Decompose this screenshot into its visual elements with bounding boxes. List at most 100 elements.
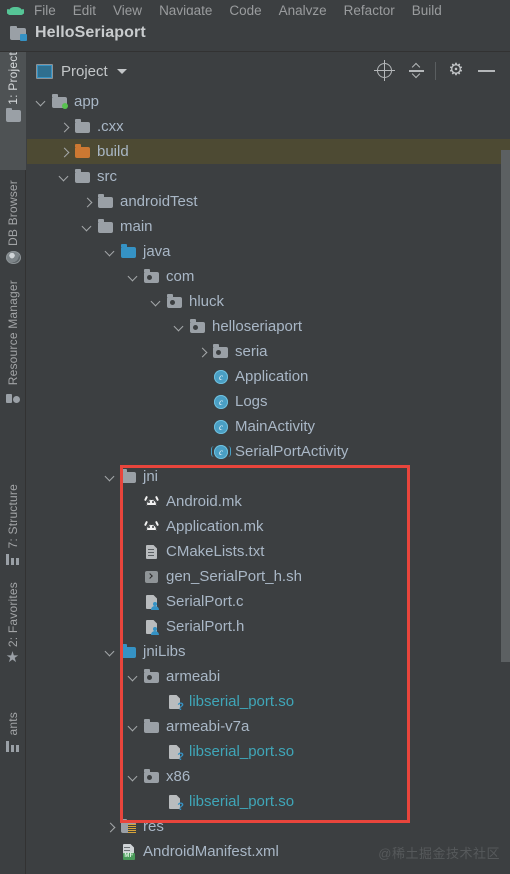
tree-node-label: gen_SerialPort_h.sh <box>166 567 302 585</box>
tree-node[interactable]: jniLibs <box>27 639 510 664</box>
tree-node-label: src <box>97 167 117 185</box>
tree-node[interactable]: com <box>27 264 510 289</box>
tree-node-label: Android.mk <box>166 492 242 510</box>
tree-node[interactable]: hluck <box>27 289 510 314</box>
res-folder-icon <box>120 819 137 835</box>
chevron-down-icon[interactable] <box>81 220 95 234</box>
chevron-down-icon[interactable] <box>104 645 118 659</box>
tree-node[interactable]: app <box>27 89 510 114</box>
tree-node[interactable]: c Application <box>27 364 510 389</box>
build-variants-icon <box>5 738 21 754</box>
vertical-scrollbar[interactable] <box>501 150 510 662</box>
chevron-down-icon[interactable] <box>150 295 164 309</box>
tree-node[interactable]: ? libserial_port.so <box>27 689 510 714</box>
chevron-down-icon[interactable] <box>104 245 118 259</box>
watermark-text: @稀土掘金技术社区 <box>378 846 500 861</box>
chevron-down-icon[interactable] <box>58 170 72 184</box>
tree-node[interactable]: CMakeLists.txt <box>27 539 510 564</box>
java-class-icon: c <box>212 369 229 385</box>
chevron-right-icon[interactable] <box>58 120 72 134</box>
tree-node[interactable]: Application.mk <box>27 514 510 539</box>
menu-item-analyze[interactable]: Analyze <box>279 4 327 15</box>
makefile-icon <box>143 494 160 510</box>
chevron-right-icon[interactable] <box>58 145 72 159</box>
left-tool-strip: 1: Project DB Browser Resource Manager 7: S… <box>0 52 26 874</box>
tree-node-label: armeabi <box>166 667 221 685</box>
project-icon <box>5 107 21 124</box>
menu-item-build[interactable]: Build <box>412 4 442 15</box>
folder-module-icon <box>51 94 68 110</box>
tree-no-arrow <box>127 595 141 609</box>
database-icon <box>5 249 21 265</box>
sidebar-tab-label: 1: Project <box>6 52 20 105</box>
tree-node[interactable]: c Logs <box>27 389 510 414</box>
tree-node[interactable]: SerialPort.c <box>27 589 510 614</box>
chevron-right-icon[interactable] <box>81 195 95 209</box>
tree-node[interactable]: ? libserial_port.so <box>27 789 510 814</box>
tree-node[interactable]: androidTest <box>27 189 510 214</box>
tree-node[interactable]: gen_SerialPort_h.sh <box>27 564 510 589</box>
tree-node[interactable]: ? libserial_port.so <box>27 739 510 764</box>
folder-grey-icon <box>97 219 114 235</box>
tree-node-label: Logs <box>235 392 268 410</box>
minimize-icon[interactable] <box>471 57 502 85</box>
menu-item-edit[interactable]: Edit <box>73 4 96 15</box>
tree-node[interactable]: java <box>27 239 510 264</box>
chevron-down-icon[interactable] <box>127 720 141 734</box>
java-abstract-class-icon: c <box>211 444 231 460</box>
chevron-down-icon[interactable] <box>173 320 187 334</box>
collapse-all-icon[interactable] <box>400 57 431 85</box>
menu-item-file[interactable]: File <box>34 4 56 15</box>
tree-node-label: x86 <box>166 767 191 785</box>
sidebar-tab-ants[interactable]: ants <box>0 712 26 782</box>
tree-node[interactable]: c MainActivity <box>27 414 510 439</box>
tree-node[interactable]: c SerialPortActivity <box>27 439 510 464</box>
page-title: HelloSeriaport <box>35 24 146 41</box>
sidebar-tab-2-favorites[interactable]: 2: Favorites ★ <box>0 582 26 688</box>
tree-node[interactable]: seria <box>27 339 510 364</box>
locate-icon[interactable] <box>369 57 400 85</box>
tree-node-label: build <box>97 142 129 160</box>
sidebar-tab-db-browser[interactable]: DB Browser <box>0 180 26 276</box>
tree-node[interactable]: helloseriaport <box>27 314 510 339</box>
gear-icon[interactable]: ⚙ <box>440 57 471 85</box>
menu-item-view[interactable]: View <box>113 4 142 15</box>
chevron-down-icon[interactable] <box>127 270 141 284</box>
sidebar-tab-label: ants <box>6 712 20 736</box>
tree-node-label: main <box>120 217 153 235</box>
tree-node[interactable]: Android.mk <box>27 489 510 514</box>
tree-node[interactable]: armeabi-v7a <box>27 714 510 739</box>
tree-node[interactable]: .cxx <box>27 114 510 139</box>
tree-node[interactable]: SerialPort.h <box>27 614 510 639</box>
chevron-right-icon[interactable] <box>196 345 210 359</box>
tree-node[interactable]: src <box>27 164 510 189</box>
sidebar-tab-resource-manager[interactable]: Resource Manager <box>0 280 26 448</box>
tree-node[interactable]: jni <box>27 464 510 489</box>
menu-item-code[interactable]: Code <box>229 4 261 15</box>
tree-node-label: SerialPort.c <box>166 592 244 610</box>
chevron-down-icon[interactable] <box>104 470 118 484</box>
tree-node[interactable]: res <box>27 814 510 839</box>
tree-node[interactable]: build <box>27 139 510 164</box>
project-view-combo[interactable]: Project <box>36 57 127 85</box>
tree-no-arrow <box>150 745 164 759</box>
chevron-down-icon[interactable] <box>127 770 141 784</box>
sidebar-tab-7-structure[interactable]: 7: Structure <box>0 484 26 576</box>
tree-no-arrow <box>127 520 141 534</box>
tree-no-arrow <box>127 620 141 634</box>
menu-item-navigate[interactable]: Navigate <box>159 4 212 15</box>
chevron-down-icon[interactable] <box>35 95 49 109</box>
package-icon <box>189 319 206 335</box>
chevron-down-icon[interactable] <box>127 670 141 684</box>
tree-node[interactable]: armeabi <box>27 664 510 689</box>
tree-node[interactable]: x86 <box>27 764 510 789</box>
tree-node-label: seria <box>235 342 268 360</box>
chevron-right-icon[interactable] <box>104 820 118 834</box>
makefile-icon <box>143 519 160 535</box>
tree-node[interactable]: main <box>27 214 510 239</box>
tree-node-label: SerialPort.h <box>166 617 245 635</box>
project-tree[interactable]: app .cxx build src androidTest main java com hlu… <box>27 89 510 874</box>
sidebar-tab-1-project[interactable]: 1: Project <box>0 52 26 170</box>
chevron-down-icon[interactable] <box>116 68 127 74</box>
menu-item-refactor[interactable]: Refactor <box>344 4 395 15</box>
